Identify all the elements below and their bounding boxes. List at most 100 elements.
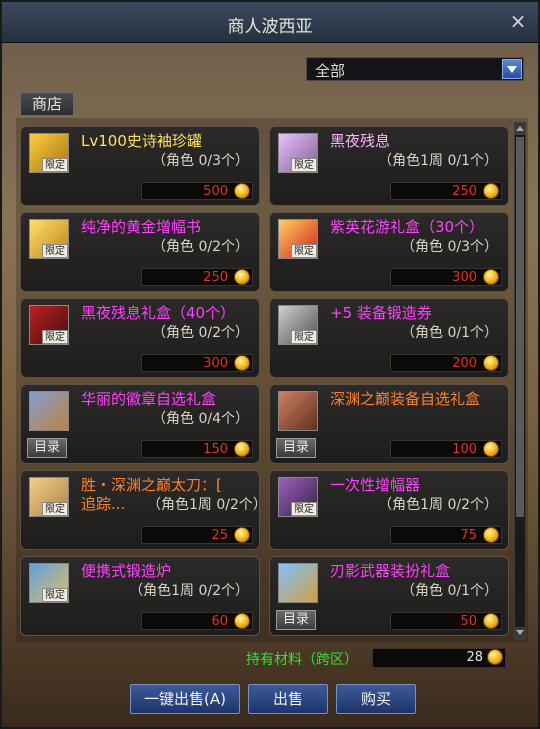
item-name: 黑夜残息礼盒（40个） [81, 303, 257, 323]
coin-icon [483, 269, 499, 285]
item-icon[interactable]: 限定 [29, 563, 69, 603]
material-label: 持有材料（跨区） [246, 652, 358, 668]
limited-badge: 限定 [42, 502, 68, 516]
coin-icon [483, 441, 499, 457]
item-name-line: +5 装备锻造券 [330, 304, 432, 322]
item-price: 250 [203, 270, 228, 285]
item-limit: （角色 0/1个） [401, 583, 498, 599]
item-limit: （角色1周 0/1个） [378, 153, 498, 169]
coin-icon [483, 355, 499, 371]
tab-shop[interactable]: 商店 [20, 92, 74, 116]
scroll-down-icon[interactable] [515, 627, 525, 639]
shop-item-card[interactable]: 限定 便携式锻造炉 （角色1周 0/2个） 60 [20, 556, 260, 636]
item-limit: （角色 0/2个） [152, 325, 249, 341]
item-limit: （角色1周 0/2个） [147, 497, 267, 513]
shop-item-card[interactable]: 深渊之巅装备自选礼盒目录 100 [269, 384, 509, 464]
item-name-line2: 追踪... [81, 495, 126, 513]
scrollbar[interactable] [514, 122, 526, 640]
item-limit: （角色 0/3个） [152, 153, 249, 169]
shop-item-card[interactable]: 限定 纯净的黄金增幅书 （角色 0/2个） 250 [20, 212, 260, 292]
item-name-line: 纯净的黄金增幅书 [81, 218, 202, 236]
shop-item-card[interactable]: 限定 黑夜残息礼盒（40个） （角色 0/2个） 300 [20, 298, 260, 378]
price-field: 60 [141, 612, 253, 630]
item-icon[interactable]: 限定 [29, 133, 69, 173]
coin-icon [234, 441, 250, 457]
shop-item-card[interactable]: 限定 +5 装备锻造券 （角色 0/1个） 200 [269, 298, 509, 378]
item-name-line: 紫英花游礼盒（30个） [330, 218, 485, 236]
item-name-line: 华丽的徽章自选礼盒 [81, 390, 217, 408]
item-icon[interactable]: 限定 [29, 219, 69, 259]
item-price: 300 [452, 270, 477, 285]
limited-badge: 限定 [42, 588, 68, 602]
item-icon[interactable] [278, 391, 318, 431]
coin-icon [234, 269, 250, 285]
item-name: 深渊之巅装备自选礼盒 [330, 389, 506, 409]
limited-badge: 限定 [291, 158, 317, 172]
item-limit: （角色 0/4个） [152, 411, 249, 427]
coin-icon [483, 527, 499, 543]
item-name-line: 黑夜残息礼盒（40个） [81, 304, 236, 322]
price-field: 75 [390, 526, 502, 544]
shop-item-card[interactable]: 限定 胜・深渊之巅太刀：[追踪... （角色1周 0/2个） 25 [20, 470, 267, 550]
item-limit: （角色 0/1个） [401, 325, 498, 341]
price-field: 250 [390, 182, 502, 200]
close-icon[interactable]: × [508, 11, 528, 31]
chevron-down-icon[interactable] [502, 59, 522, 79]
shop-item-card[interactable]: 限定 紫英花游礼盒（30个） （角色 0/3个） 300 [269, 212, 509, 292]
coin-icon [234, 183, 250, 199]
price-field: 100 [390, 440, 502, 458]
item-name-line: 深渊之巅装备自选礼盒 [330, 390, 481, 408]
item-price: 100 [452, 442, 477, 457]
shop-item-card[interactable]: 限定 一次性增幅器 （角色1周 0/2个） 75 [269, 470, 509, 550]
sell-button[interactable]: 出售 [248, 684, 328, 714]
shop-item-card[interactable]: 华丽的徽章自选礼盒 （角色 0/4个） 目录 150 [20, 384, 260, 464]
material-count: 28 [466, 650, 483, 665]
item-icon[interactable] [278, 563, 318, 603]
item-icon[interactable]: 限定 [278, 477, 318, 517]
coin-icon [487, 649, 503, 665]
scroll-thumb[interactable] [516, 137, 524, 517]
limited-badge: 限定 [42, 158, 68, 172]
buy-button[interactable]: 购买 [336, 684, 416, 714]
shop-item-card[interactable]: 刃影武器装扮礼盒 （角色 0/1个） 目录 50 [269, 556, 509, 636]
scroll-up-icon[interactable] [515, 123, 525, 135]
item-price: 150 [203, 442, 228, 457]
item-limit: （角色 0/3个） [401, 239, 498, 255]
item-icon[interactable]: 限定 [278, 305, 318, 345]
item-icon[interactable]: 限定 [29, 477, 69, 517]
price-field: 500 [141, 182, 253, 200]
coin-icon [234, 355, 250, 371]
price-field: 25 [141, 526, 253, 544]
item-price: 75 [460, 528, 477, 543]
title-bar[interactable]: 商人波西亚 × [2, 2, 538, 43]
shop-item-card[interactable]: 限定 Lv100史诗袖珍罐 （角色 0/3个） 500 [20, 126, 260, 206]
coin-icon [234, 527, 250, 543]
item-icon[interactable]: 限定 [29, 305, 69, 345]
category-filter-select[interactable]: 全部 [306, 57, 524, 81]
item-price: 200 [452, 356, 477, 371]
item-name-line: 一次性增幅器 [330, 476, 421, 494]
material-count-field: 28 [372, 648, 506, 668]
catalog-button[interactable]: 目录 [276, 610, 316, 630]
item-icon[interactable]: 限定 [278, 219, 318, 259]
item-name: 便携式锻造炉 [81, 561, 257, 581]
item-name: 华丽的徽章自选礼盒 [81, 389, 257, 409]
limited-badge: 限定 [42, 330, 68, 344]
coin-icon [483, 613, 499, 629]
item-name: 纯净的黄金增幅书 [81, 217, 257, 237]
catalog-button[interactable]: 目录 [27, 438, 67, 458]
price-field: 150 [141, 440, 253, 458]
item-name: Lv100史诗袖珍罐 [81, 131, 257, 151]
item-price: 250 [452, 184, 477, 199]
item-limit: （角色1周 0/2个） [378, 497, 498, 513]
item-price: 300 [203, 356, 228, 371]
item-name-line: 胜・深渊之巅太刀：[ [81, 476, 222, 494]
shop-item-card[interactable]: 限定 黑夜残息 （角色1周 0/1个） 250 [269, 126, 509, 206]
item-icon[interactable] [29, 391, 69, 431]
price-field: 300 [141, 354, 253, 372]
catalog-button[interactable]: 目录 [276, 438, 316, 458]
sell-all-button[interactable]: 一键出售(A) [130, 684, 240, 714]
filter-selected-value: 全部 [315, 62, 346, 80]
item-icon[interactable]: 限定 [278, 133, 318, 173]
item-name-line: Lv100史诗袖珍罐 [81, 132, 202, 150]
